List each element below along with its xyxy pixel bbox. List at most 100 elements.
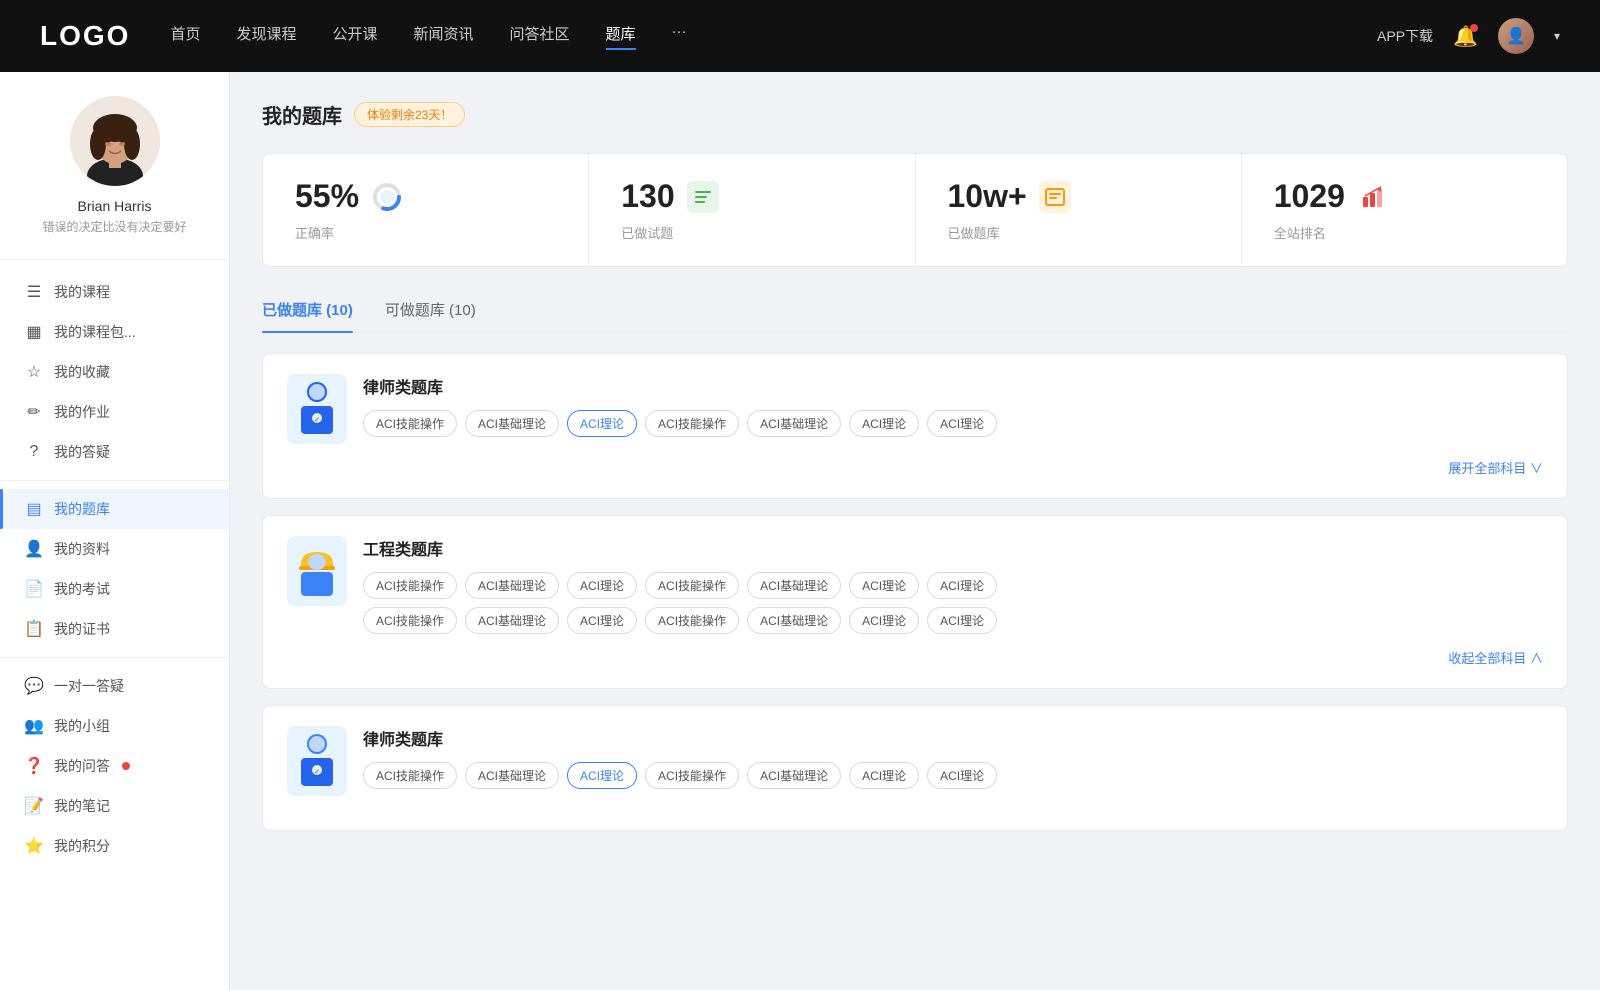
svg-text:✓: ✓ (314, 417, 320, 424)
nav-more[interactable]: ··· (672, 23, 687, 50)
menu-label: 我的证书 (54, 619, 110, 639)
sidebar: Brian Harris 错误的决定比没有决定要好 ☰ 我的课程 ▦ 我的课程包… (0, 72, 230, 990)
tag-active[interactable]: ACI理论 (567, 410, 637, 437)
tag[interactable]: ACI理论 (849, 607, 919, 634)
stat-value: 55% (295, 178, 359, 215)
menu-profile[interactable]: 👤 我的资料 (0, 529, 229, 569)
user-menu-chevron[interactable]: ▾ (1554, 29, 1560, 43)
nav-discover[interactable]: 发现课程 (236, 23, 296, 50)
stat-accuracy: 55% 正确率 (263, 154, 589, 266)
menu-questions[interactable]: ? 我的答疑 (0, 432, 229, 472)
tag[interactable]: ACI技能操作 (645, 410, 739, 437)
notification-bell[interactable]: 🔔 (1453, 24, 1478, 49)
tag[interactable]: ACI理论 (927, 410, 997, 437)
menu-certificates[interactable]: 📋 我的证书 (0, 609, 229, 649)
menu-one-on-one[interactable]: 💬 一对一答疑 (0, 666, 229, 706)
profile-name: Brian Harris (78, 198, 152, 214)
menu-homework[interactable]: ✏ 我的作业 (0, 392, 229, 432)
tag[interactable]: ACI技能操作 (645, 572, 739, 599)
tab-available-banks[interactable]: 可做题库 (10) (385, 291, 476, 332)
tab-bar: 已做题库 (10) 可做题库 (10) (262, 291, 1568, 333)
bank-footer: 收起全部科目 ∧ (287, 648, 1543, 668)
menu-favorites[interactable]: ☆ 我的收藏 (0, 352, 229, 392)
menu-my-courses[interactable]: ☰ 我的课程 (0, 272, 229, 312)
tag[interactable]: ACI基础理论 (747, 762, 841, 789)
tag[interactable]: ACI基础理论 (747, 572, 841, 599)
bank-card-lawyer-2: ✓ 律师类题库 ACI技能操作 ACI基础理论 ACI理论 ACI技能操作 AC… (262, 705, 1568, 831)
courses-icon: ☰ (24, 282, 44, 302)
exams-icon: 📄 (24, 579, 44, 599)
sidebar-menu: ☰ 我的课程 ▦ 我的课程包... ☆ 我的收藏 ✏ 我的作业 ? 我的答疑 ▤ (0, 260, 229, 878)
tab-done-banks[interactable]: 已做题库 (10) (262, 291, 353, 332)
menu-label: 我的笔记 (54, 796, 110, 816)
menu-points[interactable]: ⭐ 我的积分 (0, 826, 229, 866)
tag[interactable]: ACI技能操作 (363, 607, 457, 634)
tag[interactable]: ACI理论 (927, 762, 997, 789)
main-content: 我的题库 体验剩余23天！ 55% 正确率 (230, 72, 1600, 990)
bank-icon-lawyer: ✓ (287, 374, 347, 444)
tag[interactable]: ACI基础理论 (747, 410, 841, 437)
nav-question-bank[interactable]: 题库 (606, 23, 636, 50)
menu-label: 我的资料 (54, 539, 110, 559)
nav-home[interactable]: 首页 (170, 23, 200, 50)
bank-info: 律师类题库 ACI技能操作 ACI基础理论 ACI理论 ACI技能操作 ACI基… (363, 374, 1543, 437)
bank-icon-lawyer-2: ✓ (287, 726, 347, 796)
tag[interactable]: ACI基础理论 (465, 410, 559, 437)
menu-label: 我的作业 (54, 402, 110, 422)
menu-groups[interactable]: 👥 我的小组 (0, 706, 229, 746)
stat-done-questions: 130 已做试题 (589, 154, 915, 266)
points-icon: ⭐ (24, 836, 44, 856)
bank-name: 律师类题库 (363, 374, 1543, 398)
expand-button[interactable]: 展开全部科目 ∨ (1448, 461, 1543, 476)
tag-active[interactable]: ACI理论 (567, 762, 637, 789)
tag[interactable]: ACI基础理论 (465, 762, 559, 789)
app-download[interactable]: APP下载 (1377, 26, 1433, 46)
tag[interactable]: ACI理论 (849, 762, 919, 789)
tag[interactable]: ACI理论 (567, 572, 637, 599)
tag[interactable]: ACI技能操作 (645, 762, 739, 789)
bank-header: ✓ 律师类题库 ACI技能操作 ACI基础理论 ACI理论 ACI技能操作 AC… (287, 726, 1543, 796)
stat-label: 正确率 (295, 223, 334, 242)
tags-row: ACI技能操作 ACI基础理论 ACI理论 ACI技能操作 ACI基础理论 AC… (363, 762, 1543, 789)
nav-open-course[interactable]: 公开课 (332, 23, 377, 50)
stats-row: 55% 正确率 130 (262, 153, 1568, 267)
menu-label: 我的收藏 (54, 362, 110, 382)
stat-top: 1029 (1274, 178, 1389, 215)
menu-notes[interactable]: 📝 我的笔记 (0, 786, 229, 826)
tag[interactable]: ACI技能操作 (363, 762, 457, 789)
menu-course-packages[interactable]: ▦ 我的课程包... (0, 312, 229, 352)
menu-exams[interactable]: 📄 我的考试 (0, 569, 229, 609)
nav-qa[interactable]: 问答社区 (510, 23, 570, 50)
tag[interactable]: ACI理论 (927, 607, 997, 634)
navbar: LOGO 首页 发现课程 公开课 新闻资讯 问答社区 题库 ··· APP下载 … (0, 0, 1600, 72)
tag[interactable]: ACI理论 (849, 572, 919, 599)
notes-icon: 📝 (24, 796, 44, 816)
bank-card-engineer: 工程类题库 ACI技能操作 ACI基础理论 ACI理论 ACI技能操作 ACI基… (262, 515, 1568, 689)
menu-question-bank[interactable]: ▤ 我的题库 (0, 489, 229, 529)
tag[interactable]: ACI理论 (567, 607, 637, 634)
menu-my-qa[interactable]: ❓ 我的问答 (0, 746, 229, 786)
stat-value: 130 (621, 178, 674, 215)
notification-dot (1470, 24, 1478, 32)
stat-label: 已做试题 (621, 223, 673, 242)
tag[interactable]: ACI技能操作 (363, 410, 457, 437)
nav-news[interactable]: 新闻资讯 (414, 23, 474, 50)
stat-label: 已做题库 (948, 223, 1000, 242)
homework-icon: ✏ (24, 402, 44, 422)
collapse-button[interactable]: 收起全部科目 ∧ (1448, 651, 1543, 666)
user-avatar[interactable]: 👤 (1498, 18, 1534, 54)
tag[interactable]: ACI技能操作 (363, 572, 457, 599)
tag[interactable]: ACI基础理论 (465, 607, 559, 634)
tag[interactable]: ACI技能操作 (645, 607, 739, 634)
stat-ranking: 1029 全站排名 (1242, 154, 1567, 266)
bank-info: 律师类题库 ACI技能操作 ACI基础理论 ACI理论 ACI技能操作 ACI基… (363, 726, 1543, 789)
done-banks-icon (1039, 181, 1071, 213)
tag[interactable]: ACI理论 (849, 410, 919, 437)
qa-icon: ❓ (24, 756, 44, 776)
tag[interactable]: ACI基础理论 (465, 572, 559, 599)
stat-value: 1029 (1274, 178, 1345, 215)
tag[interactable]: ACI理论 (927, 572, 997, 599)
menu-label: 我的课程 (54, 282, 110, 302)
tag[interactable]: ACI基础理论 (747, 607, 841, 634)
bank-card-lawyer-1: ✓ 律师类题库 ACI技能操作 ACI基础理论 ACI理论 ACI技能操作 AC… (262, 353, 1568, 499)
